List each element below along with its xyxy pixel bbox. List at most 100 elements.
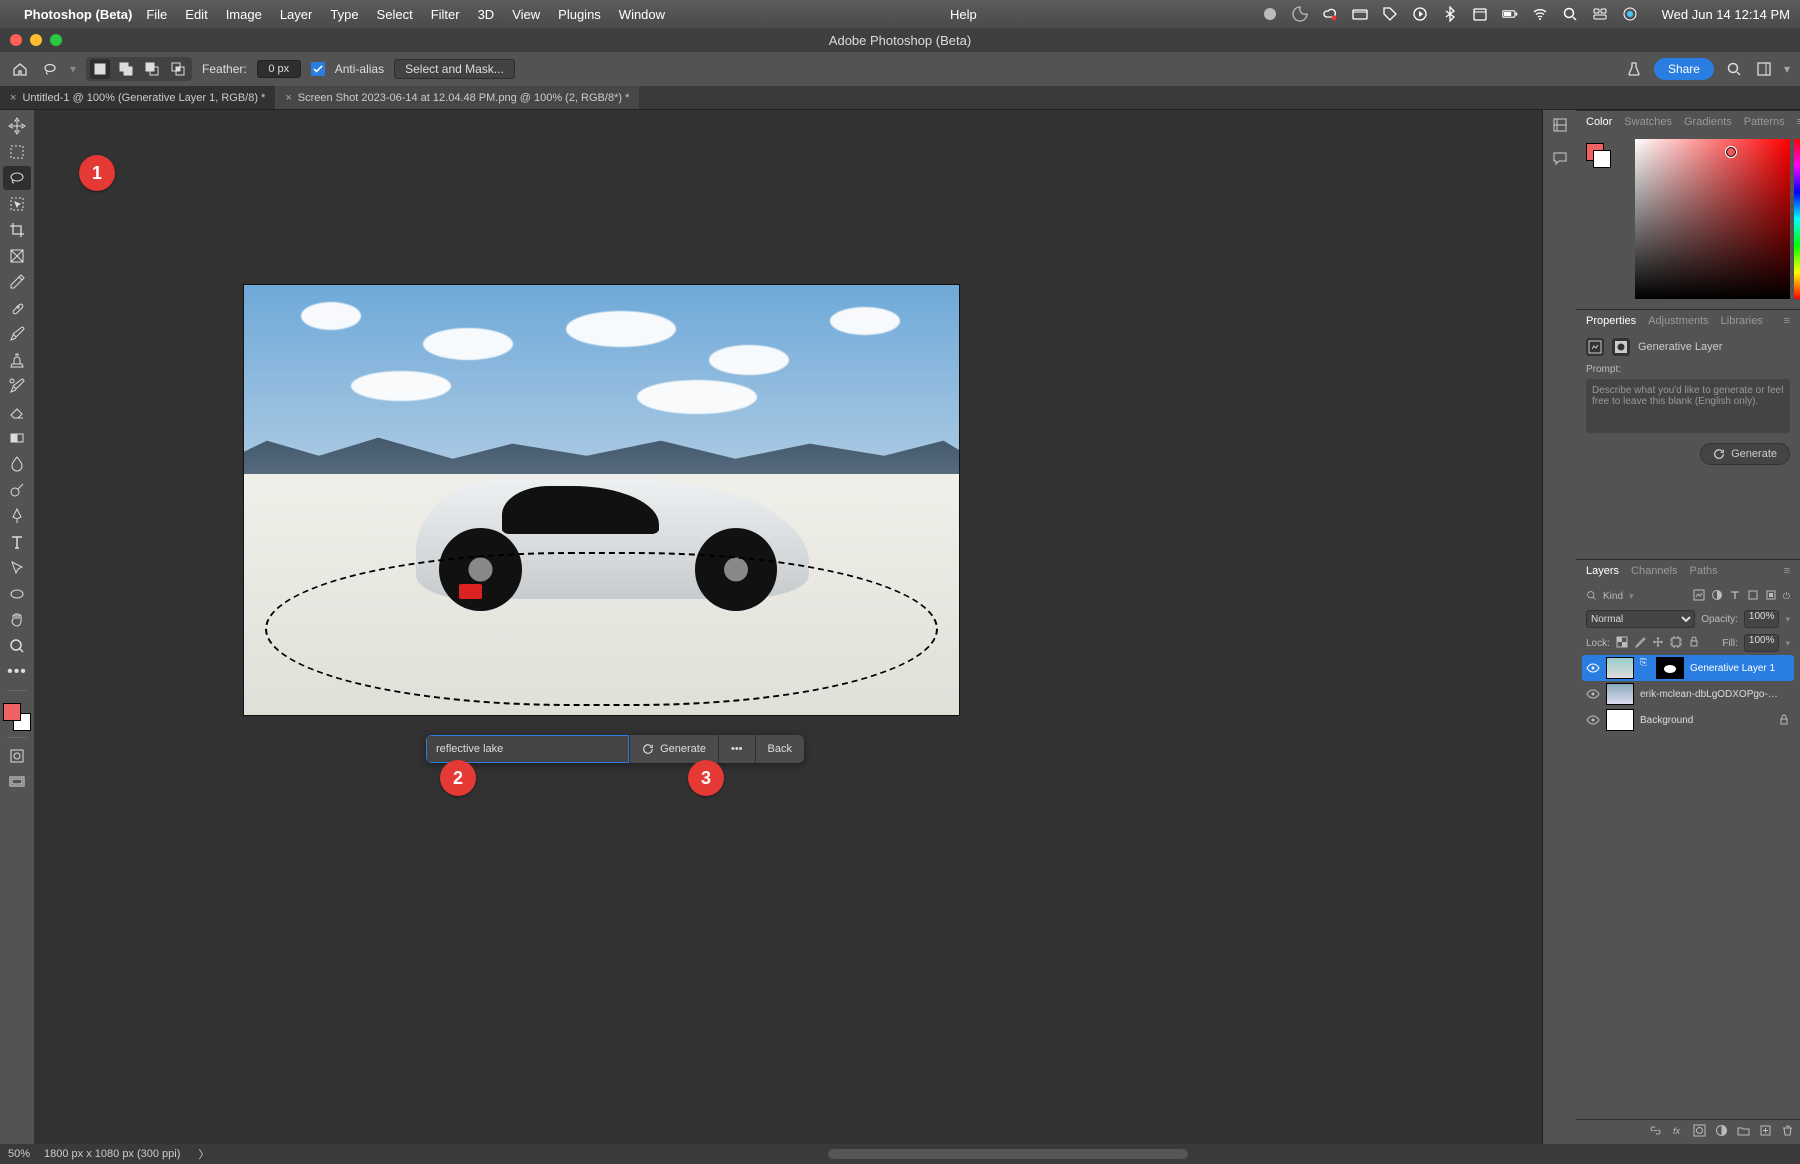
panel-menu-icon[interactable]: ≡ — [1784, 315, 1790, 327]
lock-transparency-icon[interactable] — [1616, 636, 1628, 651]
filter-type-icon[interactable] — [1729, 589, 1741, 604]
creative-cloud-icon[interactable] — [1322, 6, 1338, 22]
tab-close-icon[interactable]: × — [10, 92, 16, 104]
menu-file[interactable]: File — [146, 7, 167, 22]
fill-value[interactable]: 100% — [1744, 634, 1780, 652]
filter-pixel-icon[interactable] — [1693, 589, 1705, 604]
menu-help[interactable]: Help — [950, 7, 977, 22]
tab-patterns[interactable]: Patterns — [1744, 116, 1785, 128]
pen-tool[interactable] — [3, 504, 31, 528]
comments-panel-icon[interactable] — [1551, 149, 1569, 172]
lock-pixels-icon[interactable] — [1634, 636, 1646, 651]
history-brush-tool[interactable] — [3, 374, 31, 398]
layer-thumbnail[interactable] — [1606, 683, 1634, 705]
filter-toggle-icon[interactable]: ⏻ — [1783, 591, 1790, 602]
menu-edit[interactable]: Edit — [185, 7, 207, 22]
new-adjustment-icon[interactable] — [1715, 1124, 1728, 1140]
panel-menu-icon[interactable]: ≡ — [1784, 565, 1790, 577]
play-icon[interactable] — [1412, 6, 1428, 22]
tab-swatches[interactable]: Swatches — [1624, 116, 1672, 128]
tab-libraries[interactable]: Libraries — [1721, 315, 1763, 327]
new-layer-icon[interactable] — [1759, 1124, 1772, 1140]
brush-tool[interactable] — [3, 322, 31, 346]
prompt-textarea[interactable]: Describe what you'd like to generate or … — [1586, 379, 1790, 433]
battery-icon[interactable] — [1502, 6, 1518, 22]
menu-3d[interactable]: 3D — [478, 7, 495, 22]
opacity-value[interactable]: 100% — [1744, 610, 1780, 628]
document-canvas[interactable] — [244, 285, 959, 715]
layer-name[interactable]: Generative Layer 1 — [1690, 663, 1775, 674]
eraser-tool[interactable] — [3, 400, 31, 424]
layer-style-icon[interactable]: fx — [1671, 1124, 1684, 1140]
chevron-right-icon[interactable]: 〉 — [198, 1146, 209, 1162]
document-tab-1[interactable]: × Untitled-1 @ 100% (Generative Layer 1,… — [0, 86, 275, 109]
tab-properties[interactable]: Properties — [1586, 315, 1636, 327]
menu-layer[interactable]: Layer — [280, 7, 313, 22]
mask-thumbnail[interactable] — [1656, 657, 1684, 679]
screen-mode-icon[interactable] — [3, 770, 31, 794]
menu-view[interactable]: View — [512, 7, 540, 22]
shape-tool[interactable] — [3, 582, 31, 606]
generate-button[interactable]: Generate — [629, 735, 718, 763]
dodge-tool[interactable] — [3, 478, 31, 502]
add-mask-icon[interactable] — [1693, 1124, 1706, 1140]
visibility-toggle-icon[interactable] — [1586, 661, 1600, 675]
move-tool[interactable] — [3, 114, 31, 138]
feather-input[interactable] — [257, 60, 301, 78]
layer-row[interactable]: erik-mclean-dbLgODXOPgo-unsplash — [1582, 681, 1794, 707]
visibility-toggle-icon[interactable] — [1586, 713, 1600, 727]
filter-smart-icon[interactable] — [1765, 589, 1777, 604]
menubar-clock[interactable]: Wed Jun 14 12:14 PM — [1662, 7, 1790, 22]
window-maximize-button[interactable] — [50, 34, 62, 46]
hue-slider[interactable] — [1794, 139, 1800, 299]
menu-type[interactable]: Type — [330, 7, 358, 22]
quick-mask-icon[interactable] — [3, 744, 31, 768]
workspace-switcher-icon[interactable] — [1754, 59, 1774, 79]
blend-mode-select[interactable]: Normal — [1586, 610, 1695, 628]
foreground-background-swatches[interactable] — [3, 703, 31, 731]
document-info[interactable]: 1800 px x 1080 px (300 ppi) — [44, 1148, 180, 1160]
lasso-tool-preset-icon[interactable] — [40, 59, 60, 79]
gradient-tool[interactable] — [3, 426, 31, 450]
layer-row[interactable]: ⎘ Generative Layer 1 — [1582, 655, 1794, 681]
delete-layer-icon[interactable] — [1781, 1124, 1794, 1140]
path-select-tool[interactable] — [3, 556, 31, 580]
document-tab-2[interactable]: × Screen Shot 2023-06-14 at 12.04.48 PM.… — [275, 86, 639, 109]
menu-window[interactable]: Window — [619, 7, 665, 22]
home-icon[interactable] — [10, 59, 30, 79]
tab-adjustments[interactable]: Adjustments — [1648, 315, 1709, 327]
visibility-toggle-icon[interactable] — [1586, 687, 1600, 701]
layer-thumbnail[interactable] — [1606, 657, 1634, 679]
marquee-tool[interactable] — [3, 140, 31, 164]
tab-channels[interactable]: Channels — [1631, 565, 1677, 577]
lock-artboard-icon[interactable] — [1670, 636, 1682, 651]
tab-paths[interactable]: Paths — [1690, 565, 1718, 577]
search-icon[interactable] — [1586, 590, 1597, 604]
color-field[interactable] — [1635, 139, 1790, 299]
search-icon[interactable] — [1562, 6, 1578, 22]
hand-tool[interactable] — [3, 608, 31, 632]
layer-row[interactable]: Background — [1582, 707, 1794, 733]
app-name[interactable]: Photoshop (Beta) — [24, 7, 132, 22]
horizontal-scrollbar[interactable] — [828, 1149, 1188, 1159]
zoom-tool[interactable] — [3, 634, 31, 658]
menu-select[interactable]: Select — [377, 7, 413, 22]
clone-stamp-tool[interactable] — [3, 348, 31, 372]
selection-new-icon[interactable] — [90, 59, 110, 79]
layer-thumbnail[interactable] — [1606, 709, 1634, 731]
object-select-tool[interactable] — [3, 192, 31, 216]
window-minimize-button[interactable] — [30, 34, 42, 46]
crop-tool[interactable] — [3, 218, 31, 242]
status-icon[interactable] — [1262, 6, 1278, 22]
blur-tool[interactable] — [3, 452, 31, 476]
foreground-color-swatch[interactable] — [3, 703, 21, 721]
select-and-mask-button[interactable]: Select and Mask... — [394, 59, 515, 79]
history-panel-icon[interactable] — [1551, 116, 1569, 139]
menu-filter[interactable]: Filter — [431, 7, 460, 22]
moon-icon[interactable] — [1292, 6, 1308, 22]
frame-tool[interactable] — [3, 244, 31, 268]
wifi-icon[interactable] — [1532, 6, 1548, 22]
selection-add-icon[interactable] — [116, 59, 136, 79]
lock-all-icon[interactable] — [1688, 636, 1700, 651]
beaker-icon[interactable] — [1624, 59, 1644, 79]
